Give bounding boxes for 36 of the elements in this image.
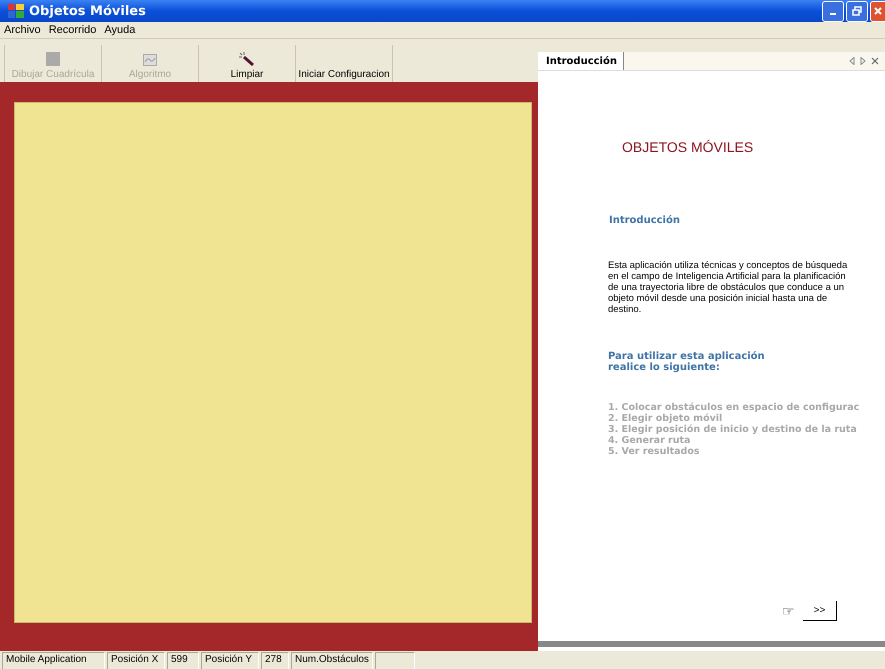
step-text: 2. Elegir objeto móvil [608, 413, 724, 424]
chart-icon [143, 54, 157, 66]
status-cell: Num.Obstáculos [291, 652, 373, 669]
menu-item[interactable]: Ayuda [104, 24, 136, 36]
close-icon[interactable] [871, 57, 879, 65]
step-text: 3. Elegir posición de inicio y destino de la ruta [608, 424, 858, 435]
pointer-glyph: ☞ [782, 603, 795, 619]
status-cell: Posición Y [201, 652, 259, 669]
close-icon [873, 6, 883, 16]
page-heading: OBJETOS MÓVILES [622, 139, 754, 155]
description-text: Esta aplicación utiliza técnicas y conceptos de búsqueda en el campo de Inteligencia Artificial para la planificación de una trayectoria libre de obstáculos que conduce a un objeto móvil desde una posición inicial hasta una de destino. [608, 260, 848, 315]
status-cell-empty [374, 652, 415, 669]
restore-icon [852, 6, 862, 16]
square-icon [46, 52, 60, 66]
status-cell: Posición X [107, 652, 165, 669]
scroll-left-icon[interactable] [849, 57, 855, 65]
scroll-right-icon[interactable] [860, 57, 866, 65]
menu-item[interactable]: Recorrido [48, 24, 96, 36]
minimize-icon [830, 13, 836, 15]
panel-tab[interactable]: Introducción [538, 52, 624, 70]
step-text: 4. Generar ruta [608, 435, 692, 446]
status-cell: 278 [261, 652, 289, 669]
step-text: 1. Colocar obstáculos en espacio de configurac [608, 402, 860, 413]
section-title: Introducción [609, 215, 681, 226]
status-cell: 599 [167, 652, 199, 669]
menu-item[interactable]: Archivo [4, 24, 41, 36]
close-button[interactable] [870, 0, 885, 22]
next-button[interactable]: >> [803, 601, 837, 621]
step-text: 5. Ver resultados [608, 446, 701, 457]
status-cell: Mobile Application [2, 652, 105, 669]
app-icon [8, 4, 24, 18]
window-title: Objetos Móviles [29, 4, 146, 18]
instructions-title: Para utilizar esta aplicación realice lo siguiente: [608, 351, 766, 373]
wand-icon [239, 52, 255, 66]
restore-button[interactable] [846, 0, 868, 22]
minimize-button[interactable] [822, 0, 844, 22]
